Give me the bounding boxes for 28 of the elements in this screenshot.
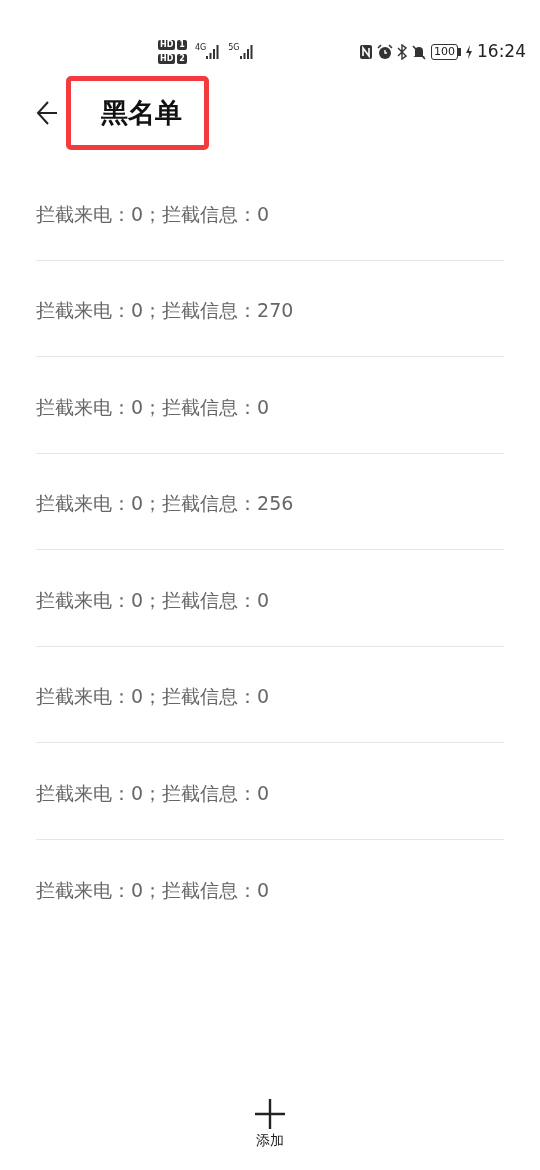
alarm-icon [377, 44, 393, 60]
blocked-summary[interactable]: 拦截来电：0；拦截信息：0 [36, 778, 270, 807]
mute-icon [411, 44, 427, 60]
signal-icon [206, 44, 221, 60]
add-button[interactable]: 添加 [240, 1098, 300, 1151]
sim-slot: 1 [177, 40, 187, 50]
back-icon [36, 99, 58, 127]
blocked-summary[interactable]: 拦截来电：0；拦截信息：0 [36, 875, 270, 904]
battery-tip-icon [458, 48, 461, 56]
blocked-summary[interactable]: 拦截来电：0；拦截信息：270 [36, 296, 294, 325]
sim-label: HD [158, 54, 176, 64]
nfc-icon [359, 44, 373, 60]
page-title: 黑名单 [66, 75, 209, 151]
bluetooth-icon [397, 44, 407, 60]
plus-icon [254, 1098, 286, 1130]
blocked-summary[interactable]: 拦截来电：0；拦截信息：256 [36, 489, 294, 518]
back-button[interactable] [36, 99, 58, 127]
signal-icon [239, 44, 254, 60]
blocked-summary[interactable]: 拦截来电：0；拦截信息：0 [36, 682, 270, 711]
clock-time: 16:24 [477, 40, 526, 64]
network-type: 5G [228, 44, 240, 52]
blocked-summary[interactable]: 拦截来电：0；拦截信息：0 [36, 199, 270, 228]
network-type: 4G [194, 44, 207, 52]
sim-label: HD [158, 40, 176, 50]
sim-slot: 2 [177, 54, 187, 64]
charging-icon [465, 44, 473, 60]
blocked-summary[interactable]: 拦截来电：0；拦截信息：0 [36, 585, 270, 614]
blocked-summary[interactable]: 拦截来电：0；拦截信息：0 [36, 392, 270, 421]
